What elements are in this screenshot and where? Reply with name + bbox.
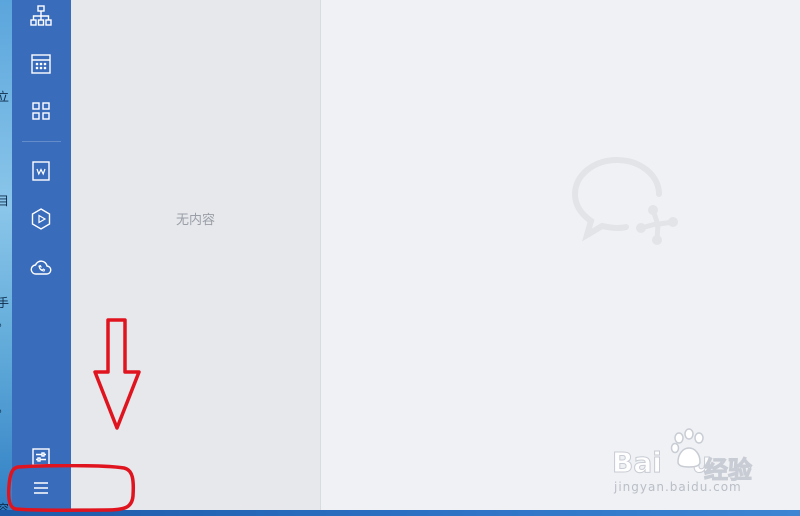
screen: 立 目 手 。 。 容 bbox=[0, 0, 800, 516]
drive-icon[interactable] bbox=[29, 207, 53, 231]
annotation-highlight-box bbox=[6, 464, 136, 512]
desktop-background: 立 目 手 。 。 容 bbox=[0, 0, 12, 516]
app-sidebar bbox=[12, 0, 71, 510]
desktop-icon-label: 立 bbox=[0, 90, 10, 104]
desktop-icon-label: 目 bbox=[0, 194, 10, 208]
list-pane: 无内容 bbox=[71, 0, 321, 510]
desktop-icon-label: 手 bbox=[0, 296, 10, 310]
desktop-icon-label: 。 bbox=[0, 316, 9, 328]
document-icon[interactable] bbox=[29, 159, 53, 183]
watermark-url: jingyan.baidu.com bbox=[614, 480, 742, 494]
cloud-phone-icon[interactable] bbox=[29, 255, 53, 279]
sidebar-divider bbox=[22, 141, 61, 142]
calendar-icon[interactable] bbox=[29, 52, 53, 76]
baidu-paw-icon bbox=[670, 428, 704, 468]
annotation-arrow-down-icon bbox=[93, 318, 141, 430]
wechat-work-logo-icon bbox=[571, 157, 678, 245]
desktop-icon-label: 。 bbox=[0, 402, 9, 414]
watermark-brand-text: Bai bbox=[612, 446, 663, 480]
org-chart-icon[interactable] bbox=[29, 4, 53, 28]
empty-state-text: 无内容 bbox=[175, 213, 215, 228]
baidu-jingyan-watermark: Bai u 经验 jingyan.baidu.com bbox=[612, 428, 762, 498]
apps-grid-icon[interactable] bbox=[29, 99, 53, 123]
